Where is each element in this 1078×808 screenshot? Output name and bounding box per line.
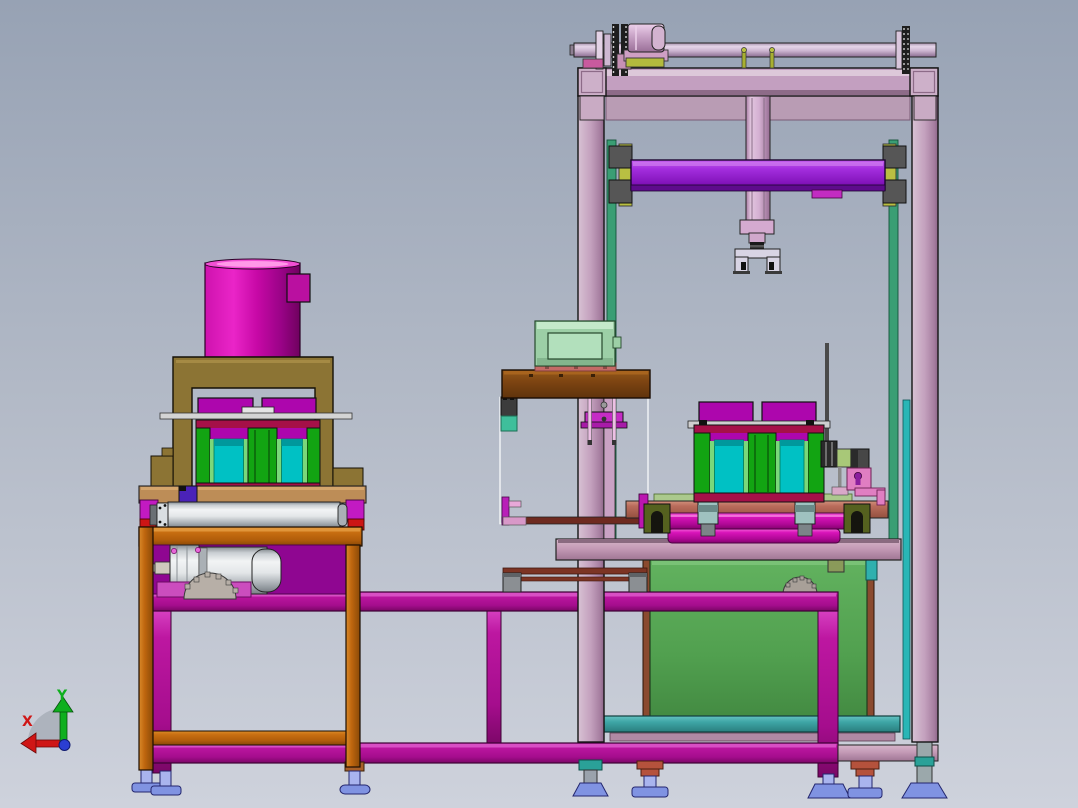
z-axis-origin-dot [58, 739, 71, 751]
guide-roller [149, 501, 348, 529]
orange-lower-rail [145, 730, 355, 746]
beam-pad [582, 58, 604, 69]
guide-rod [612, 397, 617, 445]
magenta-post-mid [486, 607, 502, 747]
cabinet-bottom-strip [609, 732, 896, 742]
y-axis-label: Y [56, 688, 68, 704]
press-column [745, 95, 771, 223]
x-axis-label: X [22, 714, 33, 730]
sprocket-icon [902, 26, 910, 74]
gantry-right-leg [911, 95, 939, 743]
maroon-rail [502, 567, 648, 575]
green-cabinet[interactable] [642, 557, 878, 720]
mint-control-box[interactable] [534, 320, 622, 367]
magenta-roller [667, 528, 841, 544]
orange-leg [138, 526, 154, 771]
olive-slot-bracket [643, 503, 671, 534]
magenta-cylinder-actuator [204, 262, 301, 358]
cabinet-olive-box [827, 558, 845, 573]
actuator-side-block [286, 273, 311, 303]
guide-rod [587, 397, 592, 445]
cyan-leg-strip [902, 399, 911, 740]
left-die-stack [195, 419, 321, 497]
slide-plate [159, 412, 353, 420]
cad-viewport[interactable]: X Y [0, 0, 1078, 808]
control-box-window [547, 332, 603, 360]
cabinet-teal-tab [865, 557, 878, 581]
olive-slot-bracket [843, 503, 871, 534]
orange-leg [345, 544, 361, 768]
teal-sensor-block [500, 415, 518, 432]
teal-base-beam[interactable] [603, 715, 901, 733]
model-canvas[interactable]: X Y [0, 0, 1078, 808]
